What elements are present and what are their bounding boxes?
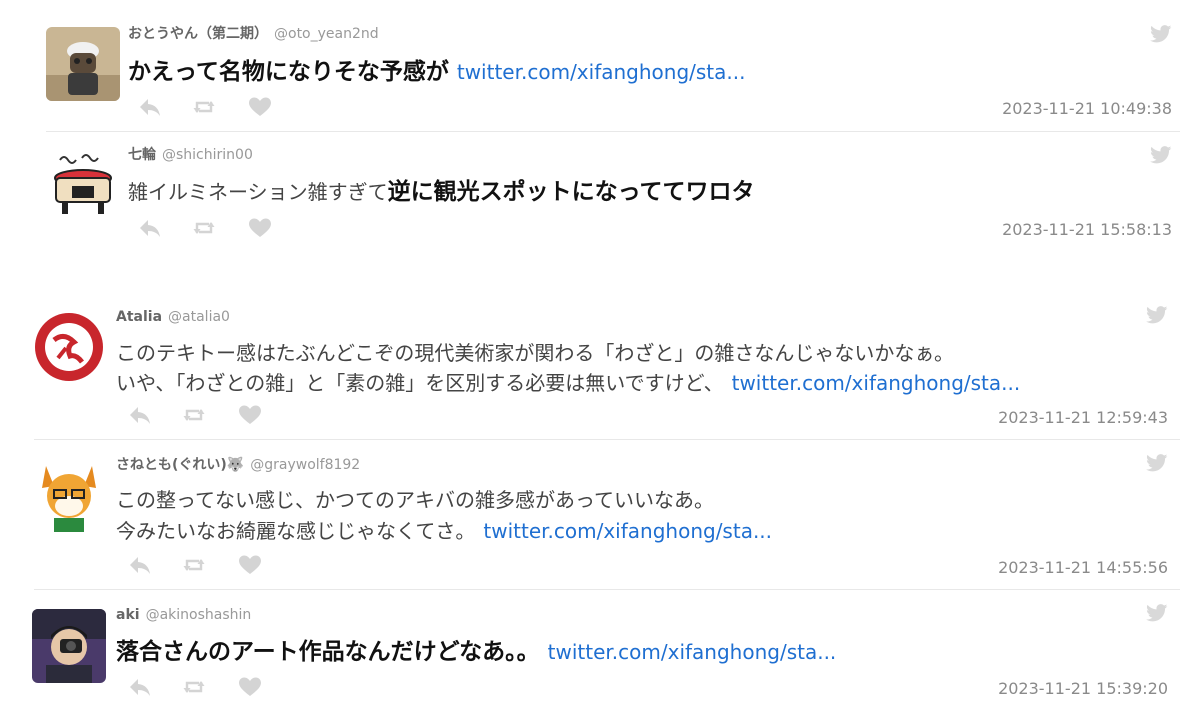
tweet-actions xyxy=(138,217,278,239)
display-name[interactable]: 七輪 xyxy=(128,147,156,163)
avatar[interactable] xyxy=(32,609,106,683)
avatar[interactable] xyxy=(46,146,120,220)
user-handle[interactable]: @oto_yean2nd xyxy=(274,26,379,42)
retweet-icon[interactable] xyxy=(182,404,206,426)
heart-icon[interactable] xyxy=(238,676,262,698)
tweet-header: 七輪 @shichirin00 xyxy=(128,146,253,164)
heart-icon[interactable] xyxy=(238,404,262,426)
tweet-text-normal: いや、「わざとの雑」と「素の雑」を区別する必要は無いですけど、 xyxy=(116,371,724,395)
tweet-actions xyxy=(128,554,268,576)
tweet-link[interactable]: twitter.com/xifanghong/sta... xyxy=(483,519,772,543)
tweet-card: さねとも(ぐれい)🐺 @graywolf8192 この整ってない感じ、かつてのアキ… xyxy=(0,440,1180,590)
tweet-text: 落合さんのアート作品なんだけどなあ。。 twitter.com/xifanghon… xyxy=(116,637,836,667)
tweet-text-line: 今みたいなお綺麗な感じじゃなくてさ。 twitter.com/xifanghong… xyxy=(116,516,772,546)
tweet-text-bold: かえって名物になりそな予感が xyxy=(128,59,449,85)
timestamp[interactable]: 2023-11-21 10:49:38 xyxy=(1002,99,1172,118)
tweet-header: Atalia @atalia0 xyxy=(116,308,230,326)
heart-icon[interactable] xyxy=(248,217,272,239)
tweet-text-bold: 落合さんのアート作品なんだけどなあ。。 xyxy=(116,639,540,665)
tweet-link[interactable]: twitter.com/xifanghong/sta... xyxy=(732,371,1021,395)
display-name[interactable]: おとうやん（第二期） xyxy=(128,26,268,42)
tweet-header: おとうやん（第二期） @oto_yean2nd xyxy=(128,25,379,43)
heart-icon[interactable] xyxy=(238,554,262,576)
display-name[interactable]: aki xyxy=(116,607,140,623)
timestamp[interactable]: 2023-11-21 12:59:43 xyxy=(998,408,1168,427)
retweet-icon[interactable] xyxy=(192,217,216,239)
tweet-header: さねとも(ぐれい)🐺 @graywolf8192 xyxy=(116,456,360,474)
twitter-bird-icon[interactable] xyxy=(1150,146,1172,164)
tweet-text-line: このテキトー感はたぶんどこぞの現代美術家が関わる「わざと」の雑さなんじゃないかな… xyxy=(116,341,954,365)
tweet-card: 七輪 @shichirin00 雑イルミネーション雑すぎて逆に観光スポットになって… xyxy=(0,132,1180,282)
tweet-text-line: この整ってない感じ、かつてのアキバの雑多感があっていいなあ。 xyxy=(116,488,714,512)
tweet-link[interactable]: twitter.com/xifanghong/sta... xyxy=(548,640,837,664)
tweet-actions xyxy=(138,96,278,118)
tweet-link[interactable]: twitter.com/xifanghong/sta... xyxy=(457,60,746,84)
tweet-card: Atalia @atalia0 このテキトー感はたぶんどこぞの現代美術家が関わる「… xyxy=(0,282,1180,440)
display-name[interactable]: さねとも(ぐれい)🐺 xyxy=(116,457,244,473)
twitter-bird-icon[interactable] xyxy=(1146,454,1168,472)
heart-icon[interactable] xyxy=(248,96,272,118)
user-handle[interactable]: @atalia0 xyxy=(168,309,230,325)
reply-icon[interactable] xyxy=(128,554,152,576)
timestamp[interactable]: 2023-11-21 14:55:56 xyxy=(998,558,1168,577)
tweet-card: おとうやん（第二期） @oto_yean2nd かえって名物になりそな予感が twi… xyxy=(0,0,1180,132)
tweet-text: かえって名物になりそな予感が twitter.com/xifanghong/sta… xyxy=(128,57,745,87)
tweet-text-line: いや、「わざとの雑」と「素の雑」を区別する必要は無いですけど、 twitter.c… xyxy=(116,368,1020,398)
avatar[interactable] xyxy=(32,310,106,384)
twitter-bird-icon[interactable] xyxy=(1146,604,1168,622)
tweet-header: aki @akinoshashin xyxy=(116,606,251,624)
retweet-icon[interactable] xyxy=(182,676,206,698)
reply-icon[interactable] xyxy=(128,676,152,698)
retweet-icon[interactable] xyxy=(182,554,206,576)
reply-icon[interactable] xyxy=(138,217,162,239)
tweet-card: aki @akinoshashin 落合さんのアート作品なんだけどなあ。。 twit… xyxy=(0,590,1180,721)
twitter-bird-icon[interactable] xyxy=(1150,25,1172,43)
reply-icon[interactable] xyxy=(128,404,152,426)
retweet-icon[interactable] xyxy=(192,96,216,118)
tweet-text-normal: 雑イルミネーション雑すぎて xyxy=(128,180,388,204)
avatar[interactable] xyxy=(46,27,120,101)
twitter-bird-icon[interactable] xyxy=(1146,306,1168,324)
timestamp[interactable]: 2023-11-21 15:39:20 xyxy=(998,679,1168,698)
tweet-actions xyxy=(128,676,268,698)
user-handle[interactable]: @akinoshashin xyxy=(146,607,252,623)
tweet-text-bold: 逆に観光スポットになっててワロタ xyxy=(387,179,755,205)
tweet-text: 雑イルミネーション雑すぎて逆に観光スポットになっててワロタ xyxy=(128,177,754,207)
timestamp[interactable]: 2023-11-21 15:58:13 xyxy=(1002,220,1172,239)
display-name[interactable]: Atalia xyxy=(116,309,162,325)
tweet-text-normal: 今みたいなお綺麗な感じじゃなくてさ。 xyxy=(116,519,476,543)
avatar[interactable] xyxy=(32,458,106,532)
user-handle[interactable]: @shichirin00 xyxy=(162,147,253,163)
user-handle[interactable]: @graywolf8192 xyxy=(250,457,360,473)
tweet-actions xyxy=(128,404,268,426)
reply-icon[interactable] xyxy=(138,96,162,118)
